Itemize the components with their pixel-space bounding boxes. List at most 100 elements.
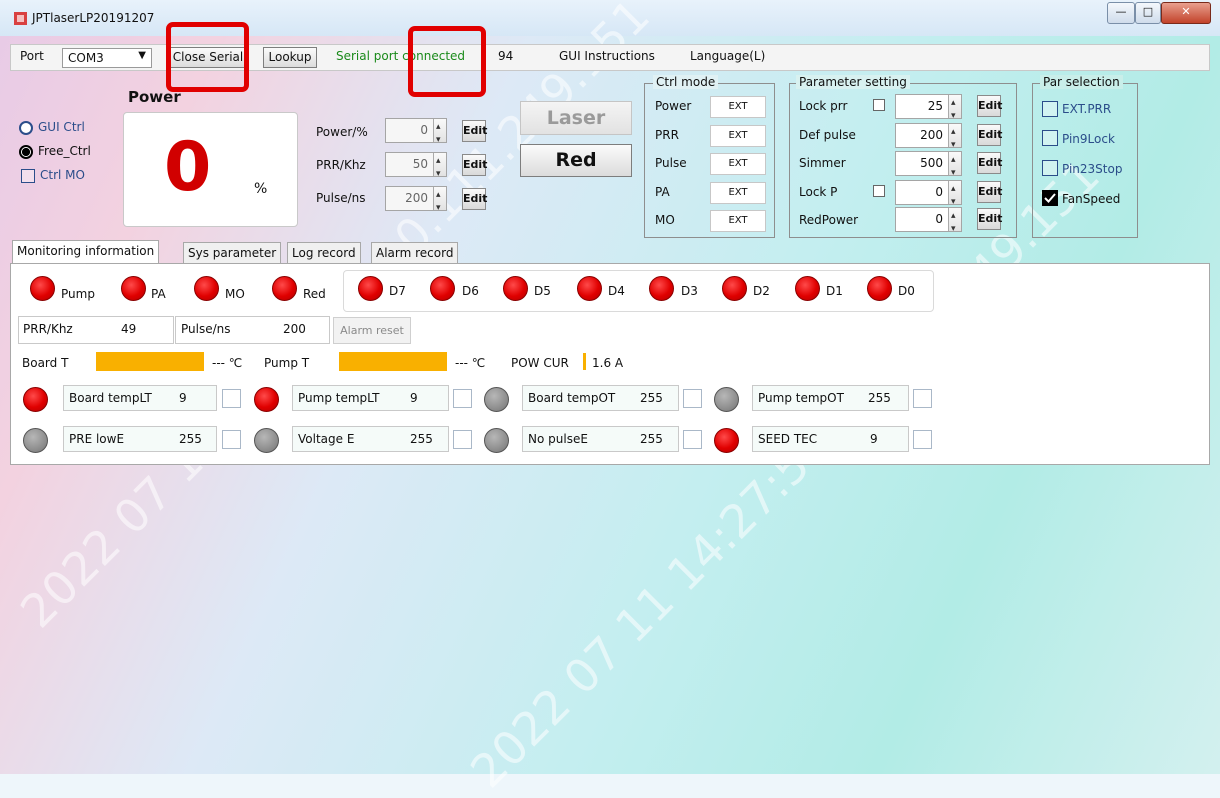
minimize-button[interactable]: — <box>1107 2 1135 24</box>
power-setting-input[interactable]: 0 <box>385 116 447 152</box>
ctrl-mode-prr-value[interactable]: EXT <box>710 125 766 147</box>
lock-p-value: 0 <box>935 185 943 199</box>
spinner-arrows-icon[interactable] <box>948 121 961 157</box>
pump-templt-checkbox[interactable] <box>453 389 472 408</box>
red-power-value: 0 <box>935 212 943 226</box>
close-window-button[interactable]: ✕ <box>1161 2 1211 24</box>
mo-led <box>194 276 219 301</box>
ext-prr-checkbox[interactable] <box>1042 101 1058 117</box>
ctrl-mode-pa-value[interactable]: EXT <box>710 182 766 204</box>
tab-alarm-record[interactable]: Alarm record <box>371 242 459 264</box>
no-pulsee-checkbox[interactable] <box>683 430 702 449</box>
ctrl-mode-power-label: Power <box>655 99 692 113</box>
pow-cur-label: POW CUR <box>511 356 569 370</box>
spinner-arrows-icon[interactable] <box>433 116 446 152</box>
gui-ctrl-radio[interactable] <box>19 121 33 135</box>
pa-led <box>121 276 146 301</box>
language-menu[interactable]: Language(L) <box>690 49 765 63</box>
chevron-down-icon: ▼ <box>138 50 146 61</box>
d6-led-label: D6 <box>462 284 479 298</box>
alarm-reset-button[interactable]: Alarm reset <box>333 317 411 344</box>
free-ctrl-label: Free_Ctrl <box>38 144 91 158</box>
lock-p-edit-button[interactable]: Edit <box>977 181 1002 203</box>
red-power-edit-button[interactable]: Edit <box>977 208 1002 230</box>
voltage-e-checkbox[interactable] <box>453 430 472 449</box>
ctrl-mode-mo-value[interactable]: EXT <box>710 210 766 232</box>
tab-monitoring-information[interactable]: Monitoring information <box>12 240 160 264</box>
pulse-edit-button[interactable]: Edit <box>462 188 487 210</box>
prr-edit-button[interactable]: Edit <box>462 154 487 176</box>
spinner-arrows-icon[interactable] <box>948 149 961 185</box>
maximize-icon: □ <box>1142 5 1154 18</box>
prr-setting-input[interactable]: 50 <box>385 150 447 186</box>
simmer-edit-button[interactable]: Edit <box>977 152 1002 174</box>
ctrl-mode-pulse-label: Pulse <box>655 156 687 170</box>
pa-led-label: PA <box>151 287 166 301</box>
ctrl-mode-pulse-value[interactable]: EXT <box>710 153 766 175</box>
maximize-button[interactable]: □ <box>1135 2 1161 24</box>
power-setting-value: 0 <box>420 123 428 137</box>
minimize-icon: — <box>1115 5 1127 18</box>
free-ctrl-radio[interactable] <box>19 145 33 159</box>
board-temp-label: Board T <box>22 356 69 370</box>
no-pulsee-field: No pulseE 255 <box>522 426 679 452</box>
board-templt-field: Board tempLT 9 <box>63 385 217 411</box>
red-led <box>272 276 297 301</box>
d7-led-label: D7 <box>389 284 406 298</box>
laser-button[interactable]: Laser <box>520 101 632 135</box>
spinner-arrows-icon[interactable] <box>948 205 961 241</box>
pin9lock-checkbox[interactable] <box>1042 130 1058 146</box>
tab-sys-parameter[interactable]: Sys parameter <box>183 242 282 264</box>
serial-count: 94 <box>498 49 514 63</box>
pulse-readout-value: 200 <box>283 322 306 336</box>
voltage-e-name: Voltage E <box>298 432 355 446</box>
mo-led-label: MO <box>225 287 245 301</box>
d1-led-label: D1 <box>826 284 843 298</box>
pre-lowe-checkbox[interactable] <box>222 430 241 449</box>
spinner-arrows-icon[interactable] <box>948 92 961 128</box>
ctrl-mode-title: Ctrl mode <box>653 75 719 89</box>
board-tempot-checkbox[interactable] <box>683 389 702 408</box>
spinner-arrows-icon[interactable] <box>433 150 446 186</box>
close-icon: ✕ <box>1181 5 1191 18</box>
no-pulsee-name: No pulseE <box>528 432 588 446</box>
pow-cur-indicator <box>583 353 586 370</box>
pulse-setting-value: 200 <box>405 191 428 205</box>
d1-led <box>795 276 820 301</box>
pump-tempot-name: Pump tempOT <box>758 391 844 405</box>
lock-prr-value: 25 <box>927 99 943 113</box>
fanspeed-checkbox[interactable] <box>1042 190 1058 206</box>
no-pulsee-led <box>484 428 509 453</box>
port-select[interactable]: COM3 ▼ <box>62 48 152 68</box>
ctrl-mode-power-value[interactable]: EXT <box>710 96 766 118</box>
gui-instructions-menu[interactable]: GUI Instructions <box>559 49 655 63</box>
lock-p-checkbox[interactable] <box>873 185 885 197</box>
spinner-arrows-icon[interactable] <box>433 184 446 220</box>
lock-prr-edit-button[interactable]: Edit <box>977 95 1002 117</box>
def-pulse-edit-button[interactable]: Edit <box>977 124 1002 146</box>
seed-tec-checkbox[interactable] <box>913 430 932 449</box>
lock-p-input[interactable]: 0 <box>895 178 962 214</box>
port-label: Port <box>20 49 44 63</box>
simmer-input[interactable]: 500 <box>895 149 962 185</box>
lookup-button[interactable]: Lookup <box>263 47 317 68</box>
red-button[interactable]: Red <box>520 144 632 177</box>
simmer-label: Simmer <box>799 156 846 170</box>
board-templt-checkbox[interactable] <box>222 389 241 408</box>
power-edit-button[interactable]: Edit <box>462 120 487 142</box>
spinner-arrows-icon[interactable] <box>948 178 961 214</box>
ctrl-mo-checkbox[interactable] <box>21 169 35 183</box>
tab-log-record[interactable]: Log record <box>287 242 361 264</box>
pre-lowe-name: PRE lowE <box>69 432 125 446</box>
pump-tempot-checkbox[interactable] <box>913 389 932 408</box>
pin23stop-checkbox[interactable] <box>1042 160 1058 176</box>
pow-cur-value: 1.6 A <box>592 356 624 370</box>
lock-prr-checkbox[interactable] <box>873 99 885 111</box>
red-power-input[interactable]: 0 <box>895 205 962 241</box>
d7-led <box>358 276 383 301</box>
power-title: Power <box>128 88 181 106</box>
ctrl-mo-label: Ctrl MO <box>40 168 85 182</box>
lock-prr-input[interactable]: 25 <box>895 92 962 128</box>
def-pulse-input[interactable]: 200 <box>895 121 962 157</box>
pulse-setting-input[interactable]: 200 <box>385 184 447 220</box>
